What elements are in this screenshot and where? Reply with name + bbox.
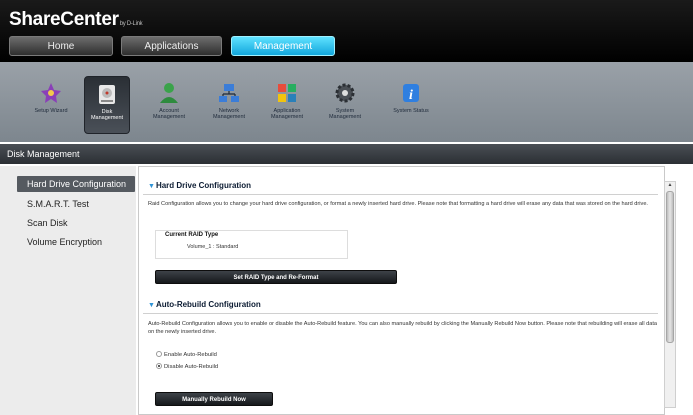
disk-icon [99, 85, 115, 104]
top-header: ShareCenterby D-Link Home Applications M… [0, 0, 693, 62]
svg-text:i: i [409, 88, 413, 103]
sidebar-item-scan-disk[interactable]: Scan Disk [17, 215, 135, 231]
scroll-up-arrow-icon[interactable]: ▲ [666, 182, 674, 189]
wizard-icon [41, 83, 61, 103]
auto-rebuild-configuration-header[interactable]: ▼Auto-Rebuild Configuration [148, 300, 261, 309]
current-raid-type-label: Current RAID Type [163, 232, 221, 238]
toolbar-disk-management[interactable]: Disk Management [84, 76, 130, 134]
section-title-bar: Disk Management [0, 144, 693, 164]
toolbar-setup-wizard[interactable]: Setup Wizard [28, 76, 74, 134]
sidebar-item-smart-test[interactable]: S.M.A.R.T. Test [17, 196, 135, 212]
info-icon: i [403, 84, 419, 103]
scrollbar-thumb[interactable] [666, 191, 674, 343]
collapse-triangle-icon: ▼ [148, 302, 155, 309]
hard-drive-configuration-header[interactable]: ▼Hard Drive Configuration [148, 181, 251, 190]
radio-circle[interactable] [156, 351, 162, 357]
apps-icon [278, 84, 296, 102]
collapse-triangle-icon: ▼ [148, 183, 155, 190]
gear-icon [335, 83, 355, 103]
main-panel: ▼Hard Drive Configuration Raid Configura… [138, 166, 665, 415]
current-raid-type-value: Volume_1 : Standard [187, 244, 239, 250]
divider [143, 313, 658, 314]
toolbar-system-status[interactable]: i System Status [388, 76, 434, 134]
sidebar-item-volume-encryption[interactable]: Volume Encryption [17, 234, 135, 250]
toolbar-system-management[interactable]: System Management [322, 76, 368, 134]
auto-rebuild-description: Auto-Rebuild Configuration allows you to… [148, 321, 658, 335]
tab-home[interactable]: Home [9, 36, 113, 56]
toolbar-network-management[interactable]: Network Management [206, 76, 252, 134]
set-raid-type-reformat-button[interactable]: Set RAID Type and Re-Format [155, 270, 397, 284]
sidebar-item-hard-drive-configuration[interactable]: Hard Drive Configuration [17, 176, 135, 192]
tab-management[interactable]: Management [231, 36, 335, 56]
tab-applications[interactable]: Applications [121, 36, 222, 56]
current-raid-type-box: Current RAID Type Volume_1 : Standard [155, 230, 348, 259]
disable-auto-rebuild-radio[interactable]: Disable Auto-Rebuild [156, 363, 218, 371]
divider [143, 194, 658, 195]
manually-rebuild-now-button[interactable]: Manually Rebuild Now [155, 392, 273, 406]
radio-circle-selected[interactable] [156, 363, 162, 369]
account-icon [160, 83, 178, 103]
management-toolbar: Setup Wizard Disk Management Account Man… [0, 62, 693, 142]
hard-drive-configuration-description: Raid Configuration allows you to change … [148, 201, 648, 207]
toolbar-account-management[interactable]: Account Management [146, 76, 192, 134]
section-title: Disk Management [7, 149, 80, 159]
toolbar-application-management[interactable]: Application Management [264, 76, 310, 134]
sidebar: Hard Drive Configuration S.M.A.R.T. Test… [0, 166, 136, 415]
sharecenter-logo: ShareCenterby D-Link [9, 9, 143, 30]
network-icon [219, 84, 239, 102]
enable-auto-rebuild-radio[interactable]: Enable Auto-Rebuild [156, 351, 217, 359]
